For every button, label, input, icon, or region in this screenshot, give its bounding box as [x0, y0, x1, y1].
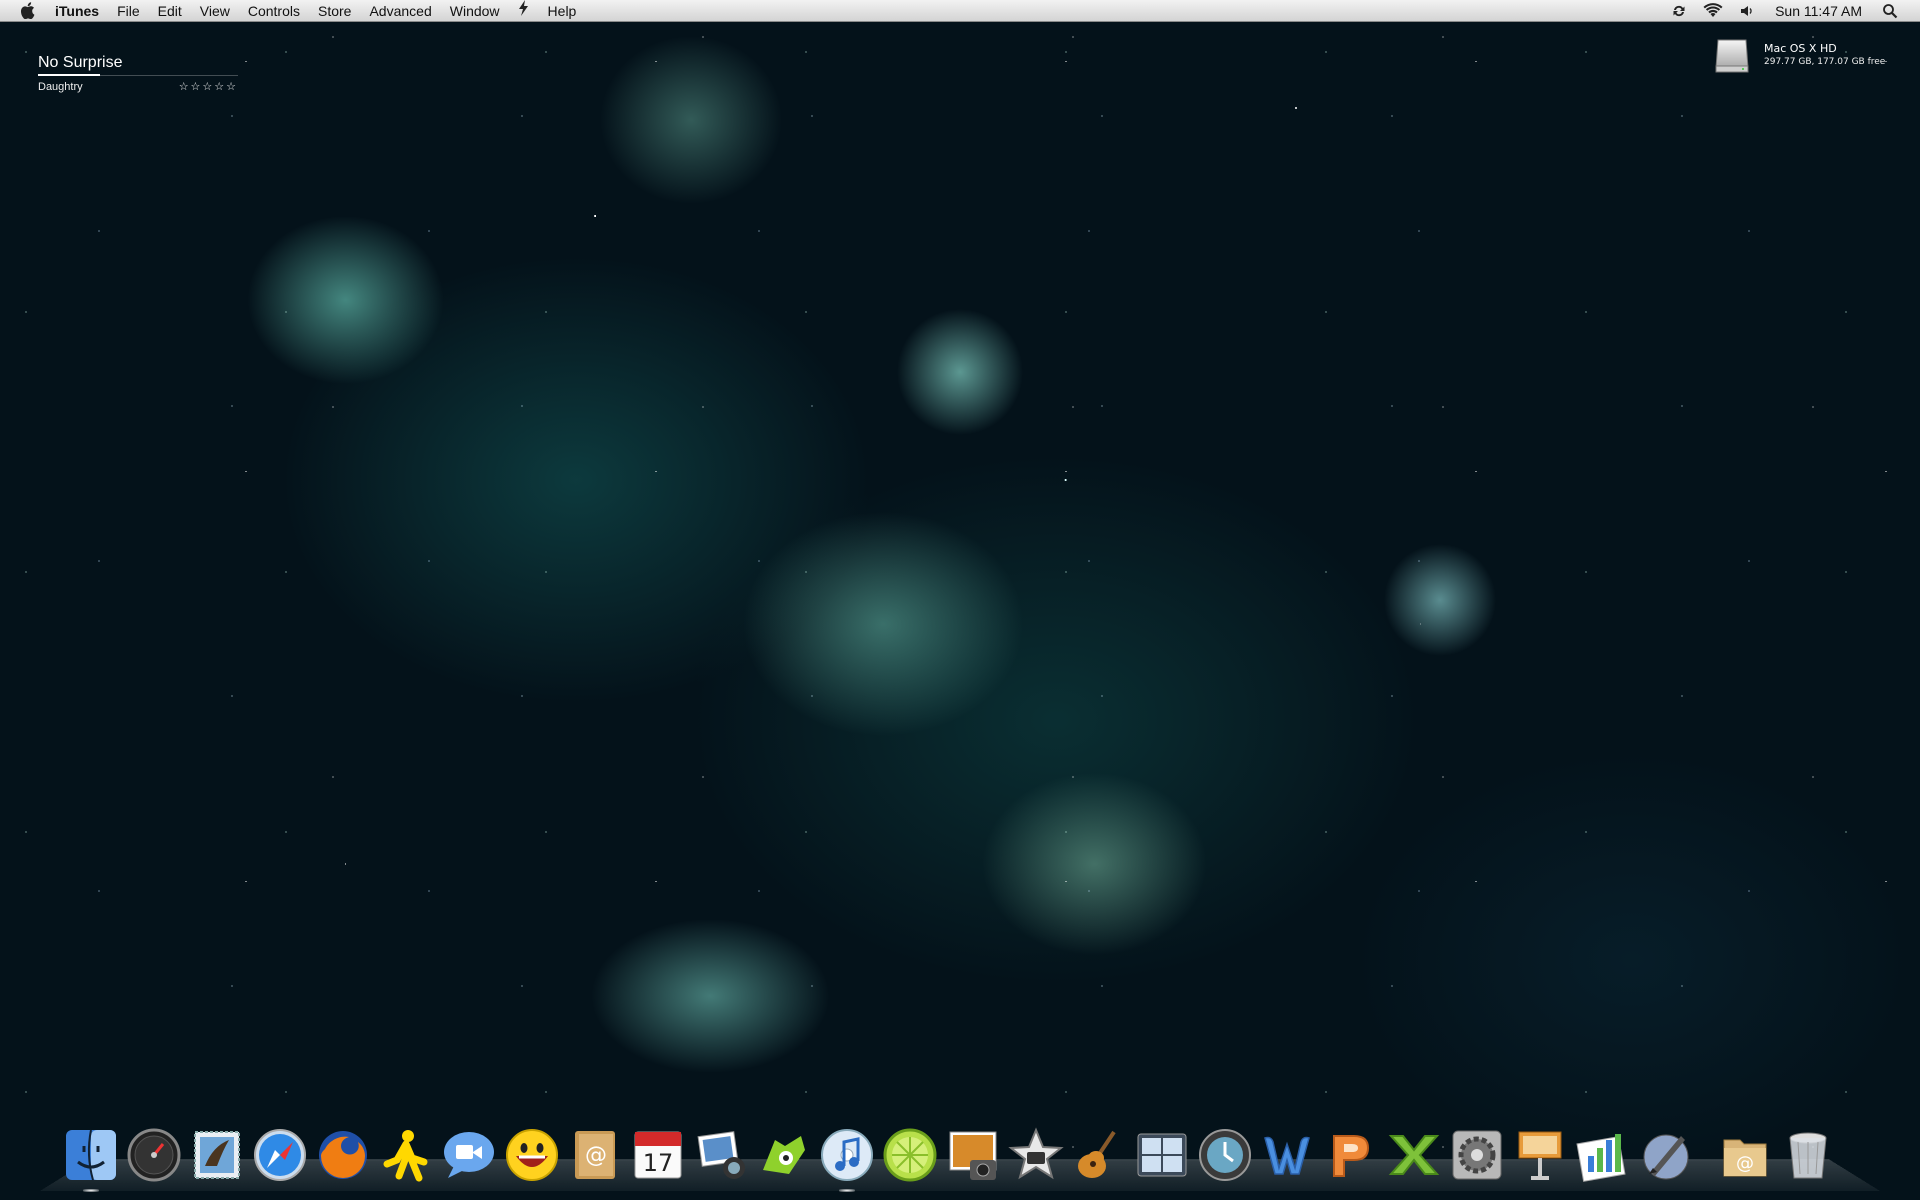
menu-window[interactable]: Window — [441, 0, 509, 22]
finder-icon[interactable] — [62, 1126, 120, 1192]
safari-icon[interactable] — [251, 1126, 309, 1184]
spaces-icon[interactable] — [1133, 1126, 1191, 1184]
firefox-icon[interactable] — [314, 1126, 372, 1184]
photo-booth-icon[interactable] — [944, 1126, 1002, 1184]
aim-icon[interactable] — [377, 1126, 435, 1184]
svg-text:17: 17 — [643, 1149, 674, 1177]
menu-bar-left: iTunes File Edit View Controls Store Adv… — [0, 0, 585, 22]
menu-advanced[interactable]: Advanced — [360, 0, 440, 22]
volume-icon[interactable] — [1731, 3, 1763, 19]
menu-help[interactable]: Help — [539, 0, 586, 22]
drive-name: Mac OS X HD — [1764, 42, 1837, 55]
iphoto-icon[interactable] — [692, 1126, 750, 1184]
script-menu-icon[interactable] — [509, 0, 539, 22]
menu-view[interactable]: View — [191, 0, 239, 22]
sync-icon[interactable] — [1663, 3, 1695, 19]
svg-text:@: @ — [1736, 1153, 1754, 1174]
spotlight-search-icon[interactable] — [1874, 3, 1906, 19]
keynote-icon[interactable] — [1511, 1126, 1569, 1184]
script-editor-icon[interactable] — [1637, 1126, 1695, 1184]
documents-stack-icon[interactable]: @ — [1716, 1126, 1774, 1184]
ichat-icon[interactable] — [440, 1126, 498, 1184]
menu-file[interactable]: File — [108, 0, 149, 22]
finder-running-indicator — [83, 1189, 99, 1192]
yahoo-messenger-icon[interactable] — [503, 1126, 561, 1184]
track-title: No Surprise — [38, 54, 238, 76]
menu-app-name[interactable]: iTunes — [46, 0, 108, 22]
now-playing-widget: No Surprise Daughtry ☆☆☆☆☆ — [38, 54, 238, 93]
system-preferences-icon[interactable] — [1448, 1126, 1506, 1184]
trash-icon[interactable] — [1779, 1126, 1837, 1184]
powerpoint-icon[interactable] — [1322, 1126, 1380, 1184]
garageband-icon[interactable] — [1070, 1126, 1128, 1184]
excel-icon[interactable] — [1385, 1126, 1443, 1184]
limewire-icon[interactable] — [881, 1126, 939, 1184]
dock: @ 17 @ — [62, 1122, 1842, 1192]
address-book-icon[interactable]: @ — [566, 1126, 624, 1184]
ical-icon[interactable]: 17 — [629, 1126, 687, 1184]
desktop-drive[interactable]: Mac OS X HD 297.77 GB, 177.07 GB free — [1712, 36, 1885, 76]
itunes-icon[interactable] — [818, 1126, 876, 1192]
menu-bar-extras: Sun 11:47 AM — [1663, 0, 1920, 22]
word-icon[interactable] — [1259, 1126, 1317, 1184]
track-rating[interactable]: ☆☆☆☆☆ — [179, 80, 238, 93]
imovie-icon[interactable] — [1007, 1126, 1065, 1184]
track-meta-row: Daughtry ☆☆☆☆☆ — [38, 80, 238, 94]
adium-icon[interactable] — [755, 1126, 813, 1184]
menu-clock[interactable]: Sun 11:47 AM — [1763, 3, 1874, 19]
hard-drive-icon[interactable] — [1712, 36, 1752, 76]
track-artist: Daughtry — [38, 80, 83, 93]
desktop-wallpaper — [0, 0, 1920, 1200]
time-machine-icon[interactable] — [1196, 1126, 1254, 1184]
menu-bar: iTunes File Edit View Controls Store Adv… — [0, 0, 1920, 22]
svg-text:@: @ — [585, 1143, 607, 1168]
menu-edit[interactable]: Edit — [149, 0, 191, 22]
wifi-icon[interactable] — [1695, 2, 1731, 19]
numbers-icon[interactable] — [1574, 1126, 1632, 1184]
itunes-running-indicator — [839, 1189, 855, 1192]
mail-icon[interactable] — [188, 1126, 246, 1184]
dashboard-icon[interactable] — [125, 1126, 183, 1184]
menu-store[interactable]: Store — [309, 0, 360, 22]
drive-labels: Mac OS X HD 297.77 GB, 177.07 GB free — [1764, 36, 1885, 67]
apple-menu-icon[interactable] — [18, 2, 36, 20]
menu-controls[interactable]: Controls — [239, 0, 309, 22]
drive-capacity: 297.77 GB, 177.07 GB free — [1764, 57, 1886, 67]
